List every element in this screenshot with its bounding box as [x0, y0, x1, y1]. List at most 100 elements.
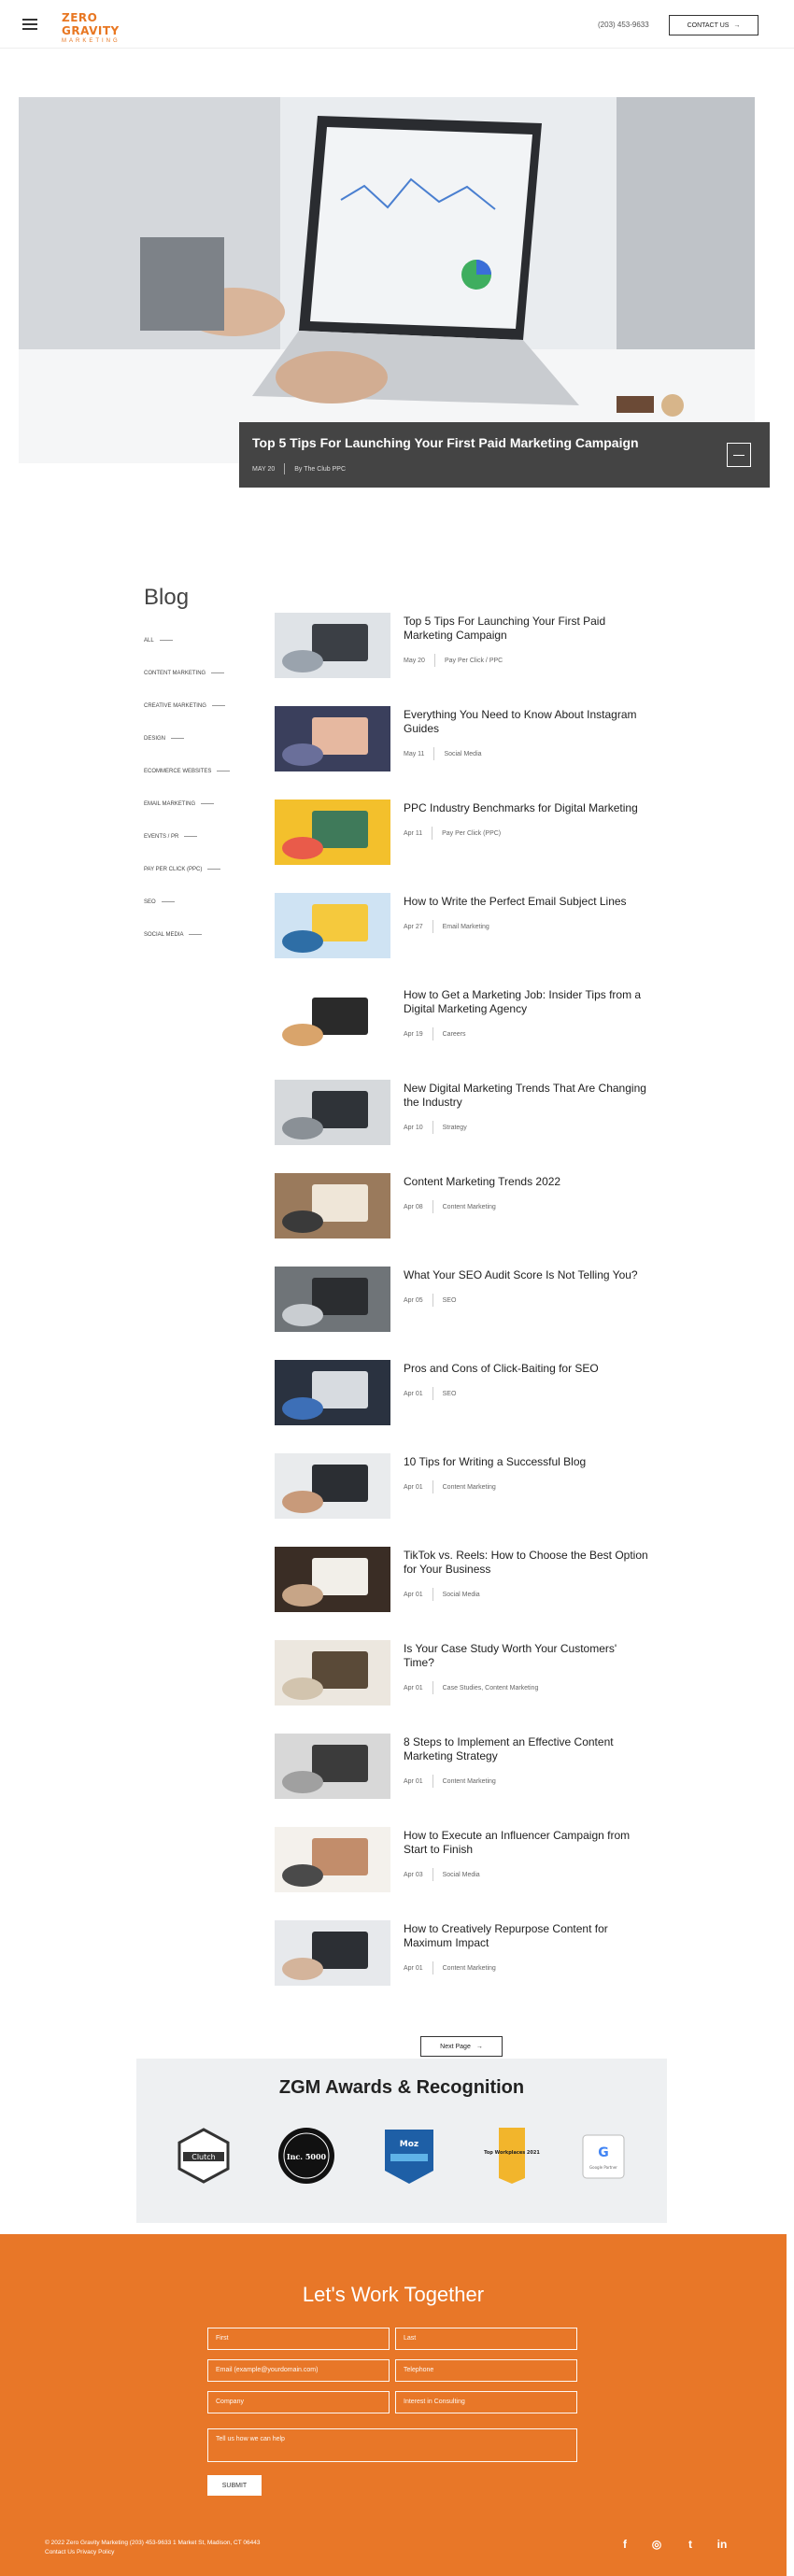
phone-link[interactable]: (203) 453-9633 — [598, 21, 649, 29]
instagram-icon[interactable]: ◎ — [650, 2538, 663, 2551]
post-item[interactable]: Top 5 Tips For Launching Your First Paid… — [275, 613, 648, 706]
post-thumbnail[interactable] — [275, 1827, 390, 1892]
first-name-field[interactable]: First — [207, 2328, 390, 2350]
post-thumbnail[interactable] — [275, 1640, 390, 1706]
badge-text: Top Workplaces 2021 — [484, 2150, 540, 2156]
post-thumbnail[interactable] — [275, 1547, 390, 1612]
post-thumbnail[interactable] — [275, 613, 390, 678]
post-category[interactable]: Strategy — [443, 1125, 467, 1131]
category-link[interactable]: SEO — [144, 885, 256, 918]
post-thumbnail[interactable] — [275, 1734, 390, 1799]
category-link[interactable]: Ecommerce Websites — [144, 755, 256, 787]
post-title[interactable]: Content Marketing Trends 2022 — [404, 1175, 648, 1189]
post-title[interactable]: Top 5 Tips For Launching Your First Paid… — [404, 615, 648, 643]
post-category[interactable]: Content Marketing — [443, 1778, 496, 1785]
post-title[interactable]: How to Execute an Influencer Campaign fr… — [404, 1829, 648, 1857]
post-thumbnail[interactable] — [275, 986, 390, 1052]
post-title[interactable]: New Digital Marketing Trends That Are Ch… — [404, 1082, 648, 1110]
post-thumbnail[interactable] — [275, 1360, 390, 1425]
submit-button[interactable]: SUBMIT — [207, 2475, 262, 2496]
post-category[interactable]: Careers — [443, 1031, 466, 1038]
post-category[interactable]: Social Media — [443, 1872, 480, 1878]
post-item[interactable]: How to Get a Marketing Job: Insider Tips… — [275, 986, 648, 1080]
post-item[interactable]: TikTok vs. Reels: How to Choose the Best… — [275, 1547, 648, 1640]
hero-card[interactable]: Top 5 Tips For Launching Your First Paid… — [239, 422, 770, 488]
post-title[interactable]: Is Your Case Study Worth Your Customers'… — [404, 1642, 648, 1670]
divider — [433, 654, 435, 667]
post-thumbnail[interactable] — [275, 800, 390, 865]
post-category[interactable]: Pay Per Click / PPC — [445, 658, 503, 664]
post-thumbnail[interactable] — [275, 1920, 390, 1986]
post-category[interactable]: Email Marketing — [443, 924, 489, 930]
email-field[interactable]: Email (example@yourdomain.com) — [207, 2359, 390, 2382]
category-link[interactable]: All — [144, 624, 256, 657]
post-item[interactable]: 8 Steps to Implement an Effective Conten… — [275, 1734, 648, 1827]
logo[interactable]: ZERO GRAVITY MARKETING — [62, 11, 136, 44]
post-item[interactable]: How to Creatively Repurpose Content for … — [275, 1920, 648, 2014]
category-link[interactable]: Content Marketing — [144, 657, 256, 689]
post-title[interactable]: TikTok vs. Reels: How to Choose the Best… — [404, 1549, 648, 1577]
post-title[interactable]: How to Creatively Repurpose Content for … — [404, 1922, 648, 1950]
post-thumbnail[interactable] — [275, 893, 390, 958]
company-field[interactable]: Company — [207, 2391, 390, 2413]
post-item[interactable]: 10 Tips for Writing a Successful Blog Apr… — [275, 1453, 648, 1547]
line-icon — [211, 705, 225, 706]
post-item[interactable]: Content Marketing Trends 2022 Apr 08 Conte… — [275, 1173, 648, 1267]
post-category[interactable]: SEO — [443, 1297, 457, 1304]
category-link[interactable]: Email Marketing — [144, 787, 256, 820]
minus-icon[interactable] — [727, 443, 751, 467]
post-item[interactable]: New Digital Marketing Trends That Are Ch… — [275, 1080, 648, 1173]
message-field[interactable]: Tell us how we can help — [207, 2428, 577, 2462]
post-category[interactable]: Content Marketing — [443, 1204, 496, 1210]
hero-title[interactable]: Top 5 Tips For Launching Your First Paid… — [252, 435, 639, 450]
post-thumbnail[interactable] — [275, 1453, 390, 1519]
post-category[interactable]: SEO — [443, 1391, 457, 1397]
next-page-button[interactable]: Next Page → — [420, 2036, 503, 2057]
post-title[interactable]: How to Get a Marketing Job: Insider Tips… — [404, 988, 648, 1016]
logo-title: ZERO GRAVITY — [62, 11, 120, 37]
post-category[interactable]: Pay Per Click (PPC) — [442, 830, 501, 837]
post-meta: Apr 19 Careers — [404, 1027, 466, 1040]
top-workplaces-badge-icon: Top Workplaces 2021 — [482, 2126, 542, 2186]
post-thumbnail[interactable] — [275, 1173, 390, 1238]
post-category[interactable]: Social Media — [443, 1592, 480, 1598]
post-title[interactable]: Everything You Need to Know About Instag… — [404, 708, 648, 736]
post-title[interactable]: 8 Steps to Implement an Effective Conten… — [404, 1735, 648, 1763]
menu-icon[interactable] — [22, 19, 37, 30]
last-name-field[interactable]: Last — [395, 2328, 577, 2350]
post-item[interactable]: Is Your Case Study Worth Your Customers'… — [275, 1640, 648, 1734]
post-thumbnail[interactable] — [275, 1080, 390, 1145]
post-category[interactable]: Social Media — [444, 751, 481, 757]
post-item[interactable]: Pros and Cons of Click-Baiting for SEO Ap… — [275, 1360, 648, 1453]
post-thumbnail[interactable] — [275, 1267, 390, 1332]
category-label: Events / PR — [144, 833, 179, 840]
post-thumbnail[interactable] — [275, 706, 390, 771]
category-link[interactable]: Design — [144, 722, 256, 755]
category-link[interactable]: Creative Marketing — [144, 689, 256, 722]
category-link[interactable]: Events / PR — [144, 820, 256, 853]
linkedin-icon[interactable]: in — [716, 2538, 729, 2551]
footer-links[interactable]: Contact Us Privacy Policy — [45, 2548, 260, 2557]
post-title[interactable]: 10 Tips for Writing a Successful Blog — [404, 1455, 648, 1469]
post-title[interactable]: What Your SEO Audit Score Is Not Telling… — [404, 1268, 648, 1282]
post-item[interactable]: How to Execute an Influencer Campaign fr… — [275, 1827, 648, 1920]
post-item[interactable]: What Your SEO Audit Score Is Not Telling… — [275, 1267, 648, 1360]
divider — [432, 1387, 433, 1400]
post-title[interactable]: PPC Industry Benchmarks for Digital Mark… — [404, 801, 648, 815]
post-item[interactable]: Everything You Need to Know About Instag… — [275, 706, 648, 800]
post-category[interactable]: Case Studies, Content Marketing — [443, 1685, 539, 1691]
post-item[interactable]: How to Write the Perfect Email Subject L… — [275, 893, 648, 986]
category-link[interactable]: Pay Per Click (PPC) — [144, 853, 256, 885]
twitter-icon[interactable]: t — [684, 2538, 697, 2551]
interest-select[interactable]: Interest in Consulting — [395, 2391, 577, 2413]
contact-button[interactable]: CONTACT US → — [669, 15, 759, 35]
post-category[interactable]: Content Marketing — [443, 1965, 496, 1972]
telephone-field[interactable]: Telephone — [395, 2359, 577, 2382]
facebook-icon[interactable]: f — [618, 2538, 631, 2551]
category-link[interactable]: Social Media — [144, 918, 256, 951]
post-item[interactable]: PPC Industry Benchmarks for Digital Mark… — [275, 800, 648, 893]
category-label: Email Marketing — [144, 800, 196, 807]
post-title[interactable]: Pros and Cons of Click-Baiting for SEO — [404, 1362, 648, 1376]
post-title[interactable]: How to Write the Perfect Email Subject L… — [404, 895, 648, 909]
post-category[interactable]: Content Marketing — [443, 1484, 496, 1491]
